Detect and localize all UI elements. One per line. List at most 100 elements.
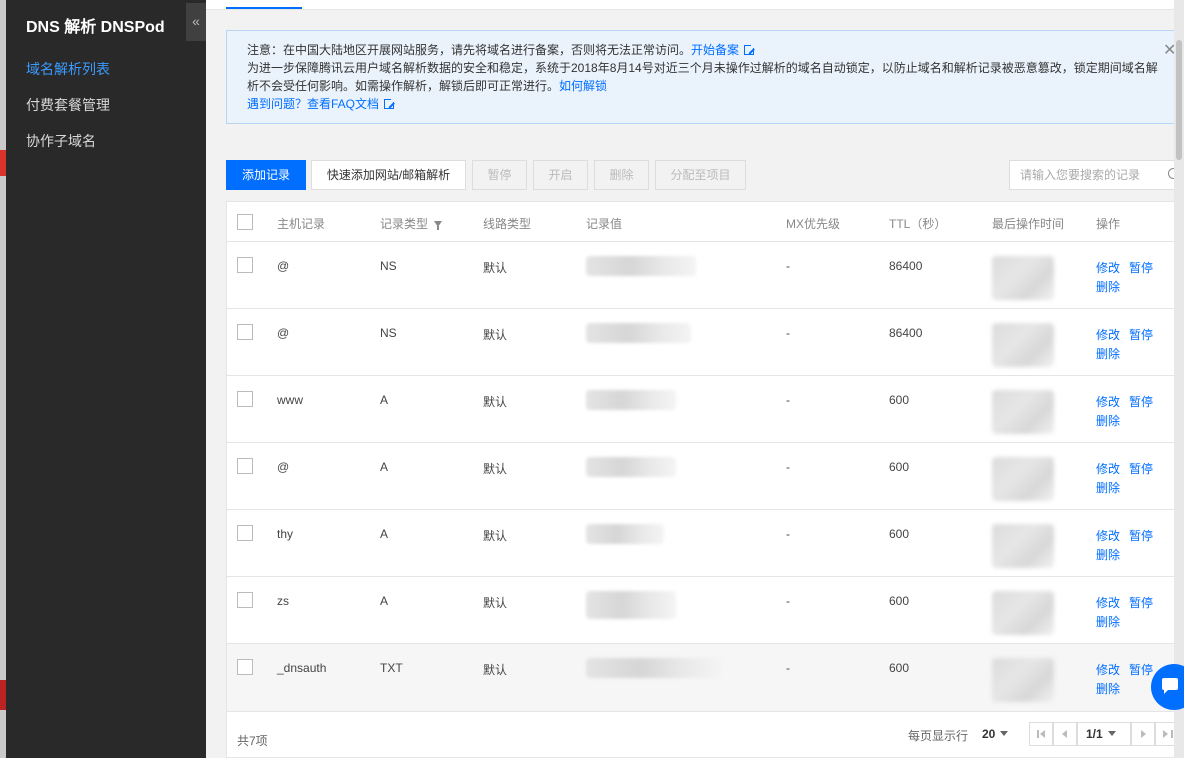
row-checkbox[interactable] [237,257,253,273]
redacted-last-op [992,323,1054,367]
pause-link[interactable]: 暂停 [1129,594,1153,611]
cell-host: @ [277,326,290,340]
first-page-button[interactable] [1029,722,1053,746]
row-checkbox[interactable] [237,525,253,541]
notice-line-2: 为进一步保障腾讯云用户域名解析数据的安全和稳定，系统于2018年8月14号对近三… [247,59,1165,95]
redacted-value [586,658,721,678]
header-type: 记录类型 [380,215,443,232]
assign-project-button[interactable]: 分配至项目 [655,160,746,190]
sidebar-item-collab-subdomain[interactable]: 协作子域名 [26,131,96,151]
delete-link[interactable]: 删除 [1096,479,1120,496]
cell-ttl: 600 [889,594,910,608]
cell-line: 默认 [483,395,508,409]
search-input[interactable] [1010,161,1160,189]
sidebar-item-packages[interactable]: 付费套餐管理 [26,95,110,115]
pause-link[interactable]: 暂停 [1129,661,1153,678]
notice-close-button[interactable]: ✕ [1163,40,1174,60]
header-line: 线路类型 [483,217,532,231]
next-page-button[interactable] [1131,722,1155,746]
cell-host: @ [277,259,290,273]
cell-type: A [380,393,389,407]
how-to-unlock-link[interactable]: 如何解锁 [559,79,607,93]
row-checkbox[interactable] [237,659,253,675]
cell-ttl: 600 [889,661,910,675]
cell-mx: - [786,326,790,340]
double-chevron-left-icon: « [192,13,200,29]
cell-type: A [380,527,389,541]
row-checkbox[interactable] [237,592,253,608]
header-value: 记录值 [586,217,623,231]
notice-text: 为进一步保障腾讯云用户域名解析数据的安全和稳定，系统于2018年8月14号对近三… [247,61,1158,93]
cell-host: @ [277,460,290,474]
cell-type: NS [380,259,397,273]
pause-link[interactable]: 暂停 [1129,527,1153,544]
page-scrollbar[interactable] [1174,0,1184,758]
table-header: 主机记录 记录类型 线路类型 记录值 MX优先级 TTL（秒） 最后操作时间 操… [227,202,1174,242]
records-table: 主机记录 记录类型 线路类型 记录值 MX优先级 TTL（秒） 最后操作时间 操… [226,201,1174,712]
cell-line: 默认 [483,596,508,610]
chat-bubble-icon [1162,678,1178,694]
delete-link[interactable]: 删除 [1096,613,1120,630]
cell-mx: - [786,661,790,675]
edit-link[interactable]: 修改 [1096,527,1120,544]
edit-link[interactable]: 修改 [1096,326,1120,343]
redacted-last-op [992,457,1054,501]
enable-button[interactable]: 开启 [533,160,588,190]
redacted-value [586,323,691,343]
edit-link[interactable]: 修改 [1096,460,1120,477]
row-checkbox[interactable] [237,391,253,407]
cell-ttl: 600 [889,527,910,541]
delete-link[interactable]: 删除 [1096,345,1120,362]
per-page-select[interactable]: 20 [982,727,1009,741]
delete-link[interactable]: 删除 [1096,412,1120,429]
redacted-value [586,591,676,619]
chevron-left-icon [1062,730,1067,738]
cell-type: NS [380,326,397,340]
delete-link[interactable]: 删除 [1096,278,1120,295]
pause-link[interactable]: 暂停 [1129,326,1153,343]
header-mx: MX优先级 [786,217,841,231]
header-ttl: TTL（秒） [889,217,947,231]
delete-link[interactable]: 删除 [1096,546,1120,563]
first-page-icon [1040,730,1045,738]
table-row: @ NS 默认 - 86400 修改 暂停 删除 [227,242,1174,309]
notice-banner: 注意：在中国大陆地区开展网站服务，请先将域名进行备案，否则将无法正常访问。开始备… [226,30,1174,124]
row-checkbox[interactable] [237,324,253,340]
pause-link[interactable]: 暂停 [1129,259,1153,276]
cell-ttl: 600 [889,393,910,407]
first-page-icon [1037,730,1039,738]
pause-link[interactable]: 暂停 [1129,460,1153,477]
edit-link[interactable]: 修改 [1096,594,1120,611]
cell-line: 默认 [483,663,508,677]
cell-host: thy [277,527,294,541]
faq-link[interactable]: 遇到问题？查看FAQ文档 [247,97,379,111]
delete-link[interactable]: 删除 [1096,680,1120,697]
redacted-last-op [992,256,1054,300]
last-page-button[interactable] [1155,722,1174,746]
page-select[interactable]: 1/1 [1077,722,1131,746]
pagination-bar: 共7项 每页显示行 20 1/1 [226,712,1174,758]
pause-button[interactable]: 暂停 [472,160,527,190]
row-checkbox[interactable] [237,458,253,474]
cell-mx: - [786,393,790,407]
cell-type: A [380,594,389,608]
sidebar-item-domain-list[interactable]: 域名解析列表 [26,59,110,79]
edit-link[interactable]: 修改 [1096,259,1120,276]
edit-link[interactable]: 修改 [1096,661,1120,678]
cell-ttl: 86400 [889,326,923,340]
start-filing-link[interactable]: 开始备案 [691,43,739,57]
pause-link[interactable]: 暂停 [1129,393,1153,410]
add-record-button[interactable]: 添加记录 [226,160,306,190]
collapse-sidebar-button[interactable]: « [186,3,206,41]
last-page-icon [1171,730,1173,738]
scrollbar-thumb[interactable] [1176,40,1182,160]
quick-add-button[interactable]: 快速添加网站/邮箱解析 [311,160,466,190]
chevron-down-icon [1000,731,1009,736]
delete-button[interactable]: 删除 [594,160,649,190]
select-all-checkbox[interactable] [237,214,253,230]
table-row: zs A 默认 - 600 修改 暂停 删除 [227,577,1174,644]
edit-link[interactable]: 修改 [1096,393,1120,410]
prev-page-button[interactable] [1053,722,1077,746]
cell-line: 默认 [483,462,508,476]
filter-icon[interactable] [434,221,443,230]
